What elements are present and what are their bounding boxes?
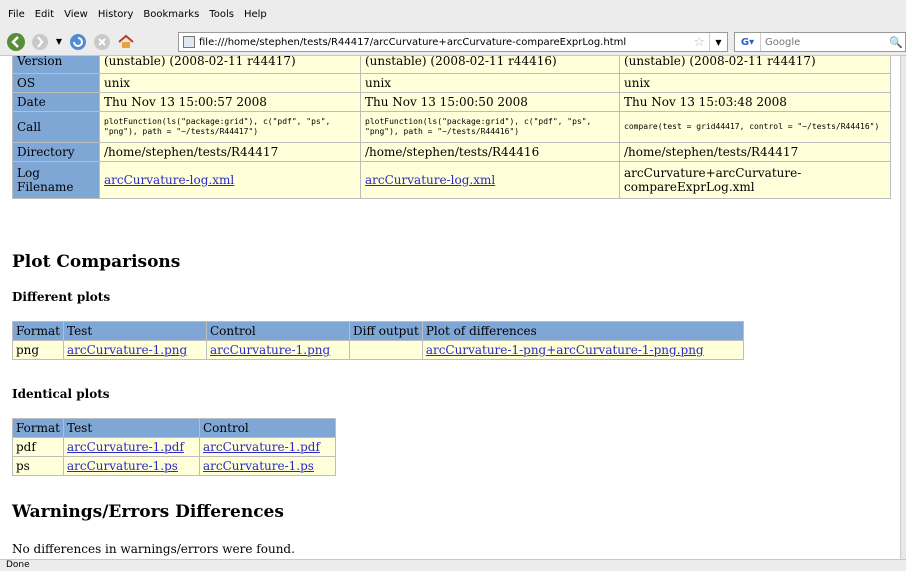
search-bar[interactable]: G▾ 🔍 (734, 32, 906, 52)
info-table: Version (unstable) (2008-02-11 r44417) (… (12, 56, 891, 199)
row-label: Version (13, 56, 99, 73)
control-plot-link[interactable]: arcCurvature-1.png (210, 343, 330, 357)
table-row: pdf arcCurvature-1.pdf arcCurvature-1.pd… (13, 438, 335, 456)
directory-test: /home/stephen/tests/R44417 (100, 143, 360, 161)
col-control: Control (207, 322, 349, 340)
directory-control: /home/stephen/tests/R44416 (361, 143, 619, 161)
test-plot-link[interactable]: arcCurvature-1.ps (67, 459, 178, 473)
menu-help[interactable]: Help (244, 9, 267, 20)
format-cell: png (13, 341, 63, 359)
date-control: Thu Nov 13 15:00:50 2008 (361, 93, 619, 111)
table-header-row: Format Test Control (13, 419, 335, 437)
home-icon (118, 34, 134, 48)
format-cell: ps (13, 457, 63, 475)
identical-plots-heading: Identical plots (12, 387, 110, 401)
row-label: Call (13, 112, 99, 142)
search-magnifier-icon[interactable]: 🔍 (889, 36, 903, 49)
bookmark-star-icon[interactable]: ☆ (693, 35, 705, 50)
menu-edit[interactable]: Edit (35, 9, 54, 20)
col-format: Format (13, 419, 63, 437)
row-label: Date (13, 93, 99, 111)
diff-output-cell (350, 341, 422, 359)
table-row: ps arcCurvature-1.ps arcCurvature-1.ps (13, 457, 335, 475)
format-cell: pdf (13, 438, 63, 456)
warnings-errors-heading: Warnings/Errors Differences (12, 502, 284, 522)
col-test: Test (64, 419, 199, 437)
col-diff-output: Diff output (350, 322, 422, 340)
diff-plot-link[interactable]: arcCurvature-1-png+arcCurvature-1-png.pn… (426, 343, 704, 357)
os-control: unix (361, 74, 619, 92)
row-label: OS (13, 74, 99, 92)
table-row: Directory /home/stephen/tests/R44417 /ho… (13, 143, 890, 161)
log-link-control[interactable]: arcCurvature-log.xml (365, 173, 495, 187)
home-button[interactable] (116, 32, 136, 52)
col-test: Test (64, 322, 206, 340)
different-plots-table: Format Test Control Diff output Plot of … (12, 321, 744, 360)
different-plots-heading: Different plots (12, 290, 111, 304)
stop-icon (94, 33, 110, 50)
version-test: (unstable) (2008-02-11 r44417) (100, 56, 360, 73)
menu-bar: File Edit View History Bookmarks Tools H… (0, 0, 906, 28)
table-row: png arcCurvature-1.png arcCurvature-1.pn… (13, 341, 743, 359)
row-label: Directory (13, 143, 99, 161)
table-row: Version (unstable) (2008-02-11 r44417) (… (13, 56, 890, 73)
vertical-scrollbar[interactable] (900, 56, 906, 559)
google-search-engine-icon[interactable]: G▾ (735, 33, 761, 51)
test-plot-link[interactable]: arcCurvature-1.pdf (67, 440, 184, 454)
control-plot-link[interactable]: arcCurvature-1.ps (203, 459, 314, 473)
col-format: Format (13, 322, 63, 340)
call-test: plotFunction(ls("package:grid"), c("pdf"… (100, 112, 360, 142)
call-control: plotFunction(ls("package:grid"), c("pdf"… (361, 112, 619, 142)
test-plot-link[interactable]: arcCurvature-1.png (67, 343, 187, 357)
date-compare: Thu Nov 13 15:03:48 2008 (620, 93, 890, 111)
log-filename-compare: arcCurvature+arcCurvature-compareExprLog… (620, 162, 890, 198)
os-compare: unix (620, 74, 890, 92)
url-bar[interactable]: file:///home/stephen/tests/R44417/arcCur… (178, 32, 728, 52)
plot-comparisons-heading: Plot Comparisons (12, 252, 181, 272)
table-row: Date Thu Nov 13 15:00:57 2008 Thu Nov 13… (13, 93, 890, 111)
reload-icon (70, 33, 86, 50)
control-plot-link[interactable]: arcCurvature-1.pdf (203, 440, 320, 454)
os-test: unix (100, 74, 360, 92)
forward-button[interactable] (30, 32, 50, 52)
directory-compare: /home/stephen/tests/R44417 (620, 143, 890, 161)
version-compare: (unstable) (2008-02-11 r44417) (620, 56, 890, 73)
date-test: Thu Nov 13 15:00:57 2008 (100, 93, 360, 111)
navigation-toolbar: ▼ file:///home/stephen/tests/R44417/arcC… (0, 28, 906, 56)
identical-plots-table: Format Test Control pdf arcCurvature-1.p… (12, 418, 336, 476)
menu-bookmarks[interactable]: Bookmarks (143, 9, 199, 20)
menu-history[interactable]: History (98, 9, 134, 20)
version-control: (unstable) (2008-02-11 r44416) (361, 56, 619, 73)
table-row: Log Filename arcCurvature-log.xml arcCur… (13, 162, 890, 198)
history-dropdown[interactable]: ▼ (54, 32, 64, 52)
status-bar: Done (0, 559, 906, 571)
menu-tools[interactable]: Tools (209, 9, 234, 20)
menu-file[interactable]: File (8, 9, 25, 20)
forward-arrow-icon (32, 33, 48, 50)
stop-button[interactable] (92, 32, 112, 52)
log-link-test[interactable]: arcCurvature-log.xml (104, 173, 234, 187)
col-plot-of-differences: Plot of differences (422, 322, 743, 340)
table-row: Call plotFunction(ls("package:grid"), c(… (13, 112, 890, 142)
row-label: Log Filename (13, 162, 99, 198)
warnings-note: No differences in warnings/errors were f… (12, 542, 295, 556)
url-text[interactable]: file:///home/stephen/tests/R44417/arcCur… (199, 37, 689, 48)
col-control: Control (200, 419, 335, 437)
reload-button[interactable] (68, 32, 88, 52)
table-row: OS unix unix unix (13, 74, 890, 92)
url-dropdown-icon[interactable]: ▼ (709, 33, 727, 51)
page-content: Version (unstable) (2008-02-11 r44417) (… (0, 56, 906, 559)
search-input[interactable] (761, 36, 881, 48)
back-arrow-icon (7, 32, 25, 51)
back-button[interactable] (6, 32, 26, 52)
page-icon (183, 36, 195, 48)
table-header-row: Format Test Control Diff output Plot of … (13, 322, 743, 340)
call-compare: compare(test = grid44417, control = "~/t… (620, 112, 890, 142)
menu-view[interactable]: View (64, 9, 88, 20)
